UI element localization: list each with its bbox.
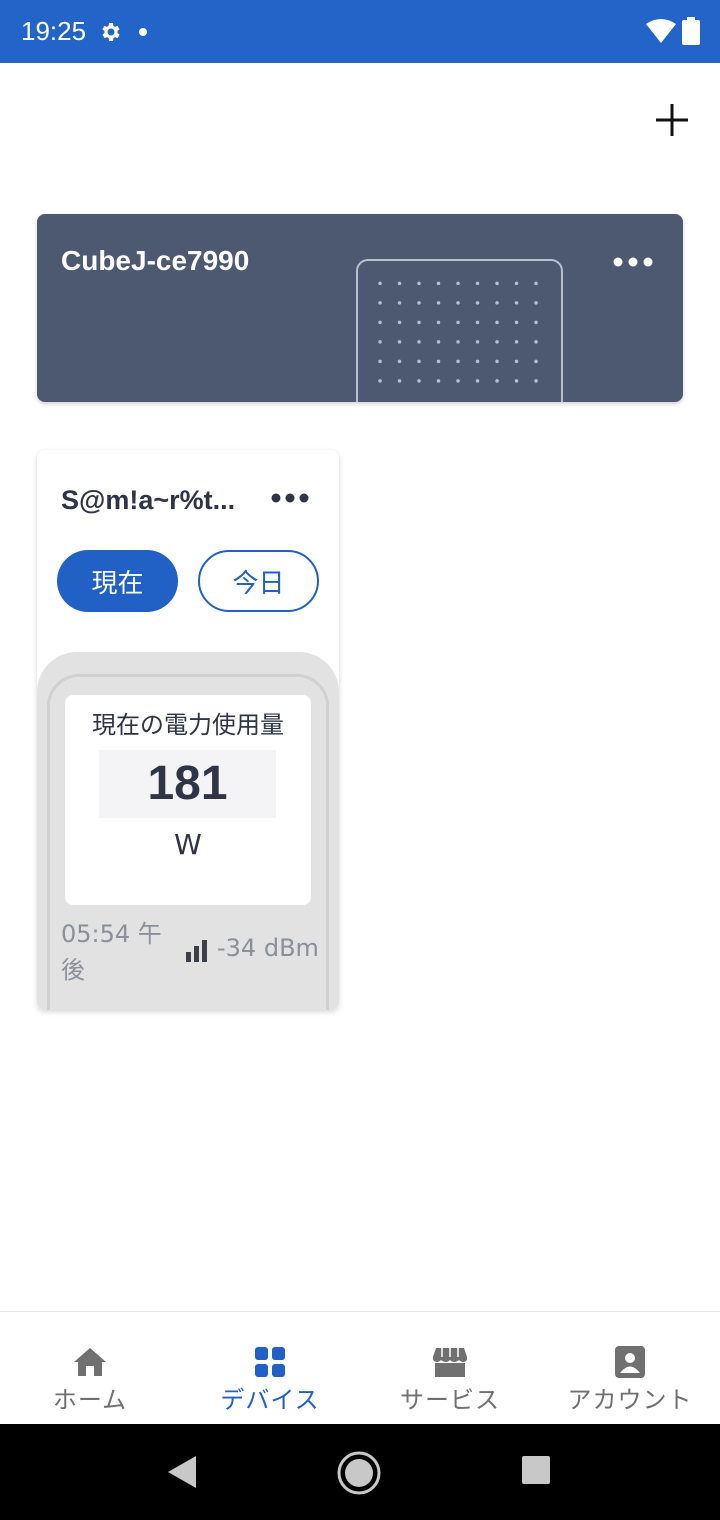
nav-home[interactable]: ホーム <box>0 1312 180 1425</box>
signal-strength-value: -34 dBm <box>217 934 319 962</box>
bottom-navigation: ホーム デバイス サービス アカウント <box>0 1311 720 1424</box>
power-reading-label: 現在の電力使用量 <box>92 711 284 739</box>
settings-gear-icon <box>102 23 120 41</box>
hub-device-illustration <box>356 259 563 402</box>
plug-device-name: S@m!a~r%t... <box>61 485 236 515</box>
tab-today[interactable]: 今日 <box>198 550 319 612</box>
notification-dot-icon <box>139 28 147 36</box>
hub-device-name: CubeJ-ce7990 <box>61 245 250 276</box>
signal-strength-icon <box>186 940 207 962</box>
tab-current[interactable]: 現在 <box>57 550 178 612</box>
nav-services-label: サービス <box>400 1386 500 1414</box>
home-circle-icon[interactable] <box>336 1450 382 1496</box>
add-device-button[interactable] <box>648 96 696 144</box>
power-value-box: 181 <box>99 750 276 818</box>
nav-home-label: ホーム <box>52 1386 128 1414</box>
account-icon <box>615 1346 645 1378</box>
hub-device-card[interactable]: CubeJ-ce7990 <box>37 214 683 402</box>
nav-account[interactable]: アカウント <box>540 1312 720 1425</box>
nav-devices-label: デバイス <box>220 1386 320 1414</box>
battery-icon <box>682 17 700 45</box>
wifi-icon <box>646 19 676 43</box>
devices-icon <box>255 1347 285 1377</box>
home-icon <box>74 1348 106 1376</box>
smart-plug-card[interactable]: S@m!a~r%t... 現在 今日 現在の電力使用量 181 W 05:54 … <box>37 450 339 1010</box>
nav-account-label: アカウント <box>567 1386 693 1414</box>
back-icon[interactable] <box>164 1452 200 1492</box>
system-navigation-bar <box>0 1424 720 1520</box>
power-reading-panel: 現在の電力使用量 181 W <box>65 695 311 905</box>
nav-services[interactable]: サービス <box>360 1312 540 1425</box>
last-updated-time: 05:54 午後 <box>61 920 162 984</box>
more-options-icon[interactable] <box>609 250 657 274</box>
status-bar: 19:25 <box>0 0 720 63</box>
status-time: 19:25 <box>21 16 87 46</box>
power-unit: W <box>174 828 202 861</box>
store-icon <box>433 1348 467 1377</box>
power-value: 181 <box>147 757 228 810</box>
recent-apps-icon[interactable] <box>520 1454 552 1486</box>
nav-devices[interactable]: デバイス <box>180 1312 360 1425</box>
more-options-icon[interactable] <box>268 486 312 510</box>
